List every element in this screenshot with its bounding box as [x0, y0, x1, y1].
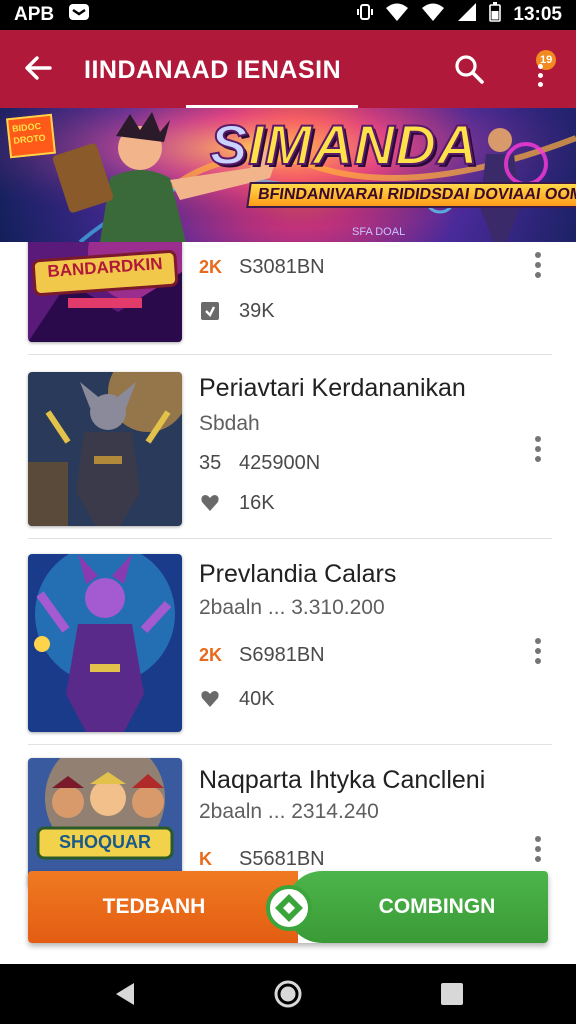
clock-text: 13:05 [513, 4, 562, 25]
item-title: Prevlandia Calars [199, 560, 397, 588]
list-item[interactable]: BANDARDKIN 2K S3081BN 39K [0, 242, 576, 354]
rank-icon: K [199, 848, 212, 869]
item-stat: 16K [239, 491, 275, 514]
app-bar: IINDANAAD IENASIN 19 [0, 30, 576, 108]
action-left-button[interactable]: TEDBANH [28, 871, 298, 943]
wifi-alt-icon [421, 2, 445, 28]
battery-icon [489, 2, 502, 28]
list-divider [28, 354, 552, 355]
promo-banner[interactable]: BIDOC DROTO SIMANDA BFINDANIVARAI RIDIDS… [0, 108, 576, 242]
item-meta-stat: 16K [199, 490, 275, 516]
box-icon [199, 300, 227, 322]
content-list: BANDARDKIN 2K S3081BN 39K Periavtari Ker… [0, 242, 576, 962]
item-subtitle: 2baaln ... 3.310.200 [199, 596, 385, 619]
item-meta-rank: 2K S3081BN [199, 254, 325, 280]
wifi-icon [385, 2, 409, 28]
vibrate-icon [357, 2, 374, 28]
banner-small-text: SFA DOAL [352, 226, 406, 238]
item-overflow-menu[interactable] [530, 836, 546, 870]
rank-icon: 2K [199, 256, 223, 277]
item-thumbnail: BANDARDKIN [28, 242, 182, 342]
status-bar: APB 13:05 [0, 0, 576, 30]
item-code: S3081BN [239, 255, 325, 278]
thumbnail-label: SHOQUAR [58, 832, 151, 852]
item-meta-rank: 35 425900N [199, 450, 320, 476]
banner-subtitle: BFINDANIVARAI RIDIDSDAI DOVIAAI OOMION [246, 182, 576, 208]
action-bar: TEDBANH COMBINGN [28, 871, 548, 943]
item-thumbnail [28, 554, 182, 732]
mail-icon [68, 2, 90, 28]
action-right-button[interactable]: COMBINGN [286, 871, 548, 943]
app-screen: APB 13:05 IINDANAAD IENASIN 19 BIDOC DRO… [0, 0, 576, 1024]
item-overflow-menu[interactable] [530, 436, 546, 470]
list-item[interactable]: Prevlandia Calars 2baaln ... 3.310.200 2… [0, 550, 576, 744]
item-stat: 39K [239, 299, 275, 322]
item-code: 425900N [239, 451, 321, 474]
more-vert-icon[interactable]: 19 [526, 48, 557, 92]
item-subtitle: 2baaln ... 2314.240 [199, 800, 379, 823]
recents-square-icon[interactable] [437, 979, 467, 1009]
back-arrow-icon[interactable] [20, 50, 56, 86]
item-code: S5681BN [239, 847, 325, 870]
item-stat: 40K [239, 687, 275, 710]
signal-icon [457, 2, 477, 28]
item-meta-stat: 40K [199, 686, 275, 712]
banner-corner-badge: BIDOC DROTO [6, 113, 56, 159]
list-divider [28, 744, 552, 745]
list-item[interactable]: Periavtari Kerdananikan Sbdah 35 425900N… [0, 368, 576, 538]
system-nav-bar [0, 964, 576, 1024]
item-meta-rank: 2K S6981BN [199, 642, 325, 668]
heart-icon [199, 688, 227, 710]
search-icon[interactable] [452, 52, 486, 86]
item-code: S6981BN [239, 643, 325, 666]
item-subtitle: Sbdah [199, 412, 260, 435]
item-meta-rank: K S5681BN [199, 846, 325, 872]
rank-icon: 2K [199, 644, 223, 665]
item-overflow-menu[interactable] [530, 638, 546, 672]
more-dots [538, 64, 544, 91]
carrier-text: APB [14, 4, 55, 25]
item-title: Naqparta Ihtyka Canclleni [199, 766, 486, 794]
page-title: IINDANAAD IENASIN [84, 56, 342, 84]
list-divider [28, 538, 552, 539]
heart-icon [199, 492, 227, 514]
item-thumbnail: SHOQUAR [28, 758, 182, 888]
item-title: Periavtari Kerdananikan [199, 374, 466, 402]
swap-icon[interactable] [266, 885, 312, 931]
back-triangle-icon[interactable] [110, 979, 140, 1009]
item-meta-stat: 39K [199, 298, 275, 324]
item-thumbnail [28, 372, 182, 526]
item-overflow-menu[interactable] [530, 252, 546, 286]
banner-title: SIMANDA [209, 112, 479, 177]
rank-number: 35 [199, 451, 222, 474]
home-circle-icon[interactable] [273, 979, 303, 1009]
